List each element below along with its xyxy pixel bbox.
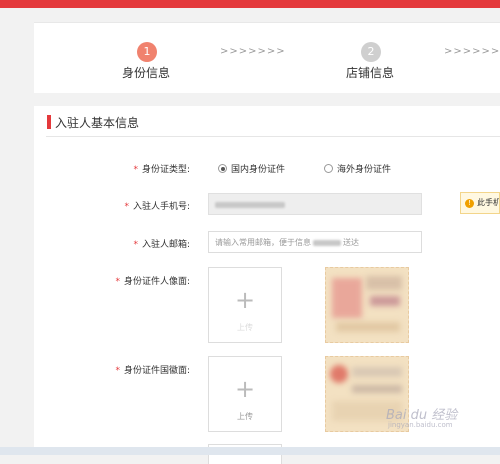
phone-tip-text: 此手机号用于 [477, 198, 500, 207]
step-arrows-2: >>>>>>> [444, 46, 500, 57]
required-mark: * [115, 277, 120, 287]
email-label: * 入驻人邮箱: [133, 237, 190, 250]
id-back-upload-button[interactable]: + 上传 [208, 356, 282, 432]
section-title: 入驻人基本信息 [55, 116, 140, 130]
email-label-text: 入驻人邮箱: [141, 240, 190, 250]
id-front-preview-image[interactable] [325, 267, 409, 343]
phone-label-text: 入驻人手机号: [132, 202, 190, 212]
id-back-upload-label: 上传 [237, 412, 253, 421]
bottom-bar [0, 447, 500, 455]
radio-domestic-id-dot[interactable] [218, 164, 227, 173]
plus-icon: + [234, 375, 256, 403]
radio-domestic-id[interactable]: 国内身份证件 [218, 162, 285, 175]
required-mark: * [133, 165, 138, 175]
id-type-label: * 身份证类型: [133, 162, 190, 175]
plus-icon: + [234, 286, 256, 314]
required-mark: * [115, 366, 120, 376]
required-mark: * [133, 240, 138, 250]
id-back-label: * 身份证件国徽面: [115, 363, 190, 376]
required-mark: * [124, 202, 129, 212]
id-front-label-text: 身份证件人像面: [123, 277, 190, 287]
email-field[interactable]: 请输入常用邮箱，便于信息 送达 [208, 231, 422, 253]
email-placeholder-blurred [313, 239, 341, 246]
basic-info-panel: 入驻人基本信息 * 身份证类型: 国内身份证件 海外身份证件 * 入驻人手机号: !… [34, 106, 500, 464]
email-placeholder-tail: 送达 [343, 238, 359, 247]
step-2-badge: 2 [361, 42, 381, 62]
id-front-upload-button[interactable]: + 上传 [208, 267, 282, 343]
section-divider [46, 136, 500, 137]
email-placeholder: 请输入常用邮箱，便于信息 [215, 238, 311, 247]
step-progress: 1 身份信息 >>>>>>> 2 店铺信息 >>>>>>> [34, 22, 500, 93]
step-1-label: 身份信息 [122, 66, 171, 80]
radio-overseas-id-label: 海外身份证件 [337, 165, 392, 175]
phone-label: * 入驻人手机号: [124, 199, 190, 212]
radio-overseas-id-dot[interactable] [324, 164, 333, 173]
step-arrows-1: >>>>>>> [220, 46, 286, 57]
phone-value-blurred [215, 201, 285, 208]
radio-domestic-id-label: 国内身份证件 [231, 165, 286, 175]
radio-overseas-id[interactable]: 海外身份证件 [324, 162, 391, 175]
step-1-badge: 1 [137, 42, 157, 62]
watermark-url: jingyan.baidu.com [388, 421, 453, 429]
id-front-label: * 身份证件人像面: [115, 274, 190, 287]
top-red-bar [0, 0, 500, 8]
phone-field[interactable] [208, 193, 422, 215]
step-2-label: 店铺信息 [346, 66, 395, 80]
phone-tip: !此手机号用于 [460, 192, 500, 214]
section-title-marker [47, 115, 51, 129]
id-back-label-text: 身份证件国徽面: [123, 366, 190, 376]
id-front-upload-label: 上传 [237, 323, 253, 332]
warning-icon: ! [465, 199, 474, 208]
id-type-label-text: 身份证类型: [141, 165, 190, 175]
